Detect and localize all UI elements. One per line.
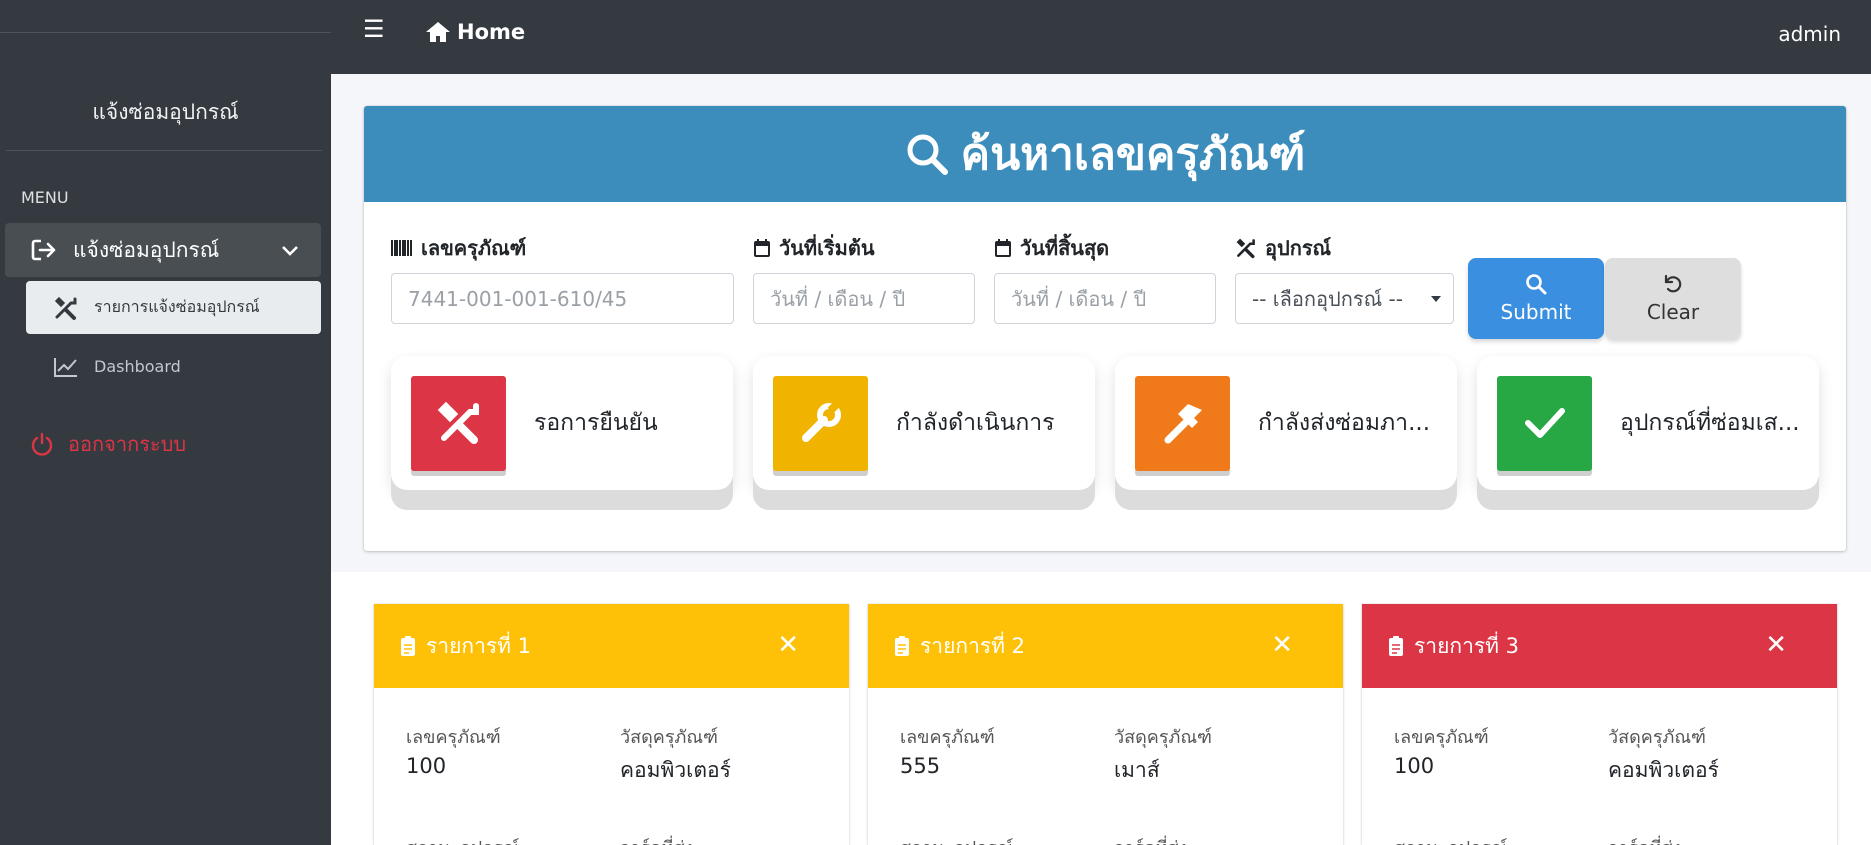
repair-item-card: รายการที่ 1 ✕ เลขครุภัณฑ์ 100 วัสดุครุภั…	[374, 604, 849, 845]
calendar-icon	[753, 238, 771, 258]
material-value: คอมพิวเตอร์	[1608, 758, 1719, 782]
card-title: รายการที่ 1	[426, 633, 532, 658]
sidebar-item-label: Dashboard	[94, 357, 181, 376]
status-label: สถานะอุปกรณ์	[900, 833, 1013, 845]
sidebar-item-label: แจ้งซ่อมอุปกรณ์	[73, 237, 220, 262]
home-link[interactable]: Home	[425, 20, 525, 44]
end-date-text: วันที่สิ้นสุด	[1020, 236, 1110, 260]
sidebar-item-dashboard[interactable]: Dashboard	[26, 340, 321, 393]
material-value: คอมพิวเตอร์	[620, 758, 731, 782]
end-date-input[interactable]	[994, 273, 1216, 324]
material-label: วัสดุครุภัณฑ์	[1114, 727, 1212, 748]
search-title: ค้นหาเลขครุภัณฑ์	[960, 129, 1306, 180]
close-icon[interactable]: ✕	[1765, 630, 1787, 660]
device-label: อุปกรณ์	[1235, 232, 1331, 264]
card-title: รายการที่ 3	[1414, 633, 1520, 658]
asset-number-label: เลขครุภัณฑ์	[391, 232, 526, 264]
sidebar: แจ้งซ่อมอุปกรณ์ MENU แจ้งซ่อมอุปกรณ์ ราย…	[0, 0, 331, 845]
menu-header: MENU	[21, 188, 69, 207]
start-date-label: วันที่เริ่มต้น	[753, 232, 875, 264]
sidebar-item-label: รายการแจ้งซ่อมอุปกรณ์	[94, 297, 260, 316]
ward-label: วาร์ดที่ส่ง	[620, 833, 693, 845]
asset-number-value: 555	[900, 754, 941, 778]
check-icon	[1497, 375, 1592, 471]
clear-label: Clear	[1646, 300, 1700, 324]
logout-link[interactable]: ออกจากระบบ	[30, 428, 186, 460]
search-icon	[1525, 273, 1547, 300]
status-label: รอการยืนยัน	[534, 410, 658, 436]
material-value: เมาส์	[1114, 758, 1160, 782]
asset-number-label: เลขครุภัณฑ์	[406, 727, 501, 748]
status-card-completed[interactable]: อุปกรณ์ที่ซ่อมเส...	[1477, 356, 1819, 490]
calendar-icon	[994, 238, 1012, 258]
asset-number-label: เลขครุภัณฑ์	[900, 727, 995, 748]
power-icon	[30, 432, 54, 456]
status-label: กำลังส่งซ่อมภา...	[1258, 410, 1431, 436]
divider	[6, 150, 322, 151]
status-label: กำลังดำเนินการ	[896, 410, 1055, 436]
barcode-icon	[391, 239, 413, 257]
submit-label: Submit	[1500, 300, 1572, 324]
close-icon[interactable]: ✕	[777, 630, 799, 660]
asset-number-value: 100	[406, 754, 447, 778]
tools-icon	[1235, 237, 1257, 259]
search-header: ค้นหาเลขครุภัณฑ์	[364, 106, 1846, 202]
card-header: รายการที่ 3 ✕	[1362, 604, 1837, 688]
start-date-text: วันที่เริ่มต้น	[779, 236, 875, 260]
tools-icon	[411, 375, 506, 471]
hammer-icon	[1135, 375, 1230, 471]
sidebar-item-repair-list[interactable]: รายการแจ้งซ่อมอุปกรณ์	[26, 281, 321, 334]
clipboard-icon	[894, 635, 910, 657]
status-card-pending[interactable]: รอการยืนยัน	[391, 356, 733, 490]
material-label: วัสดุครุภัณฑ์	[1608, 727, 1706, 748]
home-icon	[425, 21, 451, 43]
logout-label: ออกจากระบบ	[68, 432, 187, 456]
status-label: สถานะอุปกรณ์	[1394, 833, 1507, 845]
asset-number-text: เลขครุภัณฑ์	[421, 236, 527, 260]
sidebar-item-repair[interactable]: แจ้งซ่อมอุปกรณ์	[5, 223, 321, 277]
caret-down-icon	[1431, 296, 1441, 302]
status-label: อุปกรณ์ที่ซ่อมเส...	[1620, 410, 1800, 436]
search-card: ค้นหาเลขครุภัณฑ์ เลขครุภัณฑ์ วันที่เริ่ม…	[364, 106, 1846, 551]
top-navbar: ☰ Home admin	[331, 0, 1871, 74]
asset-number-input[interactable]	[391, 273, 734, 324]
asset-number-value: 100	[1394, 754, 1435, 778]
ward-label: วาร์ดที่ส่ง	[1608, 833, 1681, 845]
undo-icon	[1662, 273, 1684, 300]
main-content: ค้นหาเลขครุภัณฑ์ เลขครุภัณฑ์ วันที่เริ่ม…	[331, 74, 1871, 845]
card-title: รายการที่ 2	[920, 633, 1026, 658]
menu-toggle-icon[interactable]: ☰	[363, 15, 385, 43]
end-date-label: วันที่สิ้นสุด	[994, 232, 1109, 264]
ward-label: วาร์ดที่ส่ง	[1114, 833, 1187, 845]
wrench-icon	[773, 375, 868, 471]
clipboard-icon	[400, 635, 416, 657]
device-text: อุปกรณ์	[1265, 236, 1332, 260]
divider	[0, 32, 331, 33]
submit-button[interactable]: Submit	[1468, 258, 1604, 339]
home-label: Home	[457, 20, 526, 44]
sign-in-icon	[29, 235, 59, 265]
card-header: รายการที่ 1 ✕	[374, 604, 849, 688]
close-icon[interactable]: ✕	[1271, 630, 1293, 660]
repair-item-card: รายการที่ 2 ✕ เลขครุภัณฑ์ 555 วัสดุครุภั…	[868, 604, 1343, 845]
user-menu[interactable]: admin	[1778, 22, 1841, 46]
clear-button[interactable]: Clear	[1605, 258, 1741, 339]
status-card-in-progress[interactable]: กำลังดำเนินการ	[753, 356, 1095, 490]
device-select[interactable]: -- เลือกอุปกรณ์ --	[1235, 273, 1454, 324]
search-icon	[905, 132, 949, 176]
material-label: วัสดุครุภัณฑ์	[620, 727, 718, 748]
clipboard-icon	[1388, 635, 1404, 657]
repair-item-card: รายการที่ 3 ✕ เลขครุภัณฑ์ 100 วัสดุครุภั…	[1362, 604, 1837, 845]
status-card-sent-repair[interactable]: กำลังส่งซ่อมภา...	[1115, 356, 1457, 490]
chart-line-icon	[52, 356, 80, 378]
tools-icon	[52, 295, 80, 321]
brand-title[interactable]: แจ้งซ่อมอุปกรณ์	[0, 96, 331, 129]
device-select-value: -- เลือกอุปกรณ์ --	[1252, 286, 1403, 311]
status-label: สถานะอุปกรณ์	[406, 833, 519, 845]
start-date-input[interactable]	[753, 273, 975, 324]
asset-number-label: เลขครุภัณฑ์	[1394, 727, 1489, 748]
chevron-down-icon[interactable]	[281, 238, 299, 262]
card-header: รายการที่ 2 ✕	[868, 604, 1343, 688]
